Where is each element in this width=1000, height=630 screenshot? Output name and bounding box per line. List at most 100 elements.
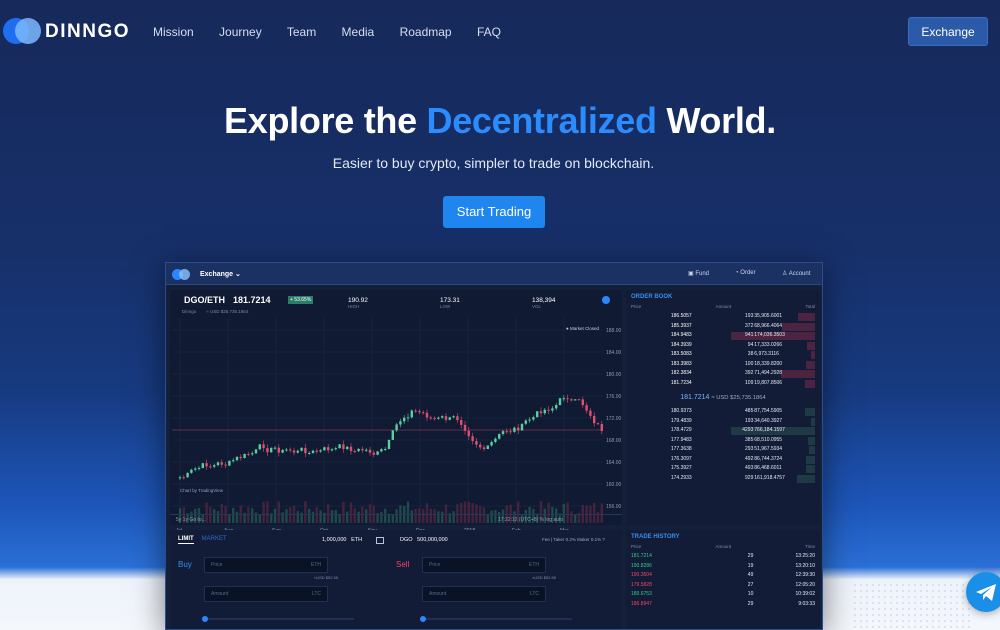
candle-body — [498, 434, 501, 439]
candle-body — [357, 448, 360, 452]
bid-row[interactable]: 174.2933 929 161,918.4757 — [626, 474, 820, 484]
start-trading-button[interactable]: Start Trading — [443, 196, 545, 228]
ask-row[interactable]: 186.5057 193 35,905.6001 — [626, 312, 820, 322]
cell: 181.7214 — [631, 553, 652, 559]
trade-row: 186.8947 29 9:03:33 — [626, 600, 820, 610]
cell: 27 — [747, 581, 754, 588]
cell: 193 — [745, 313, 754, 319]
candle-body — [551, 408, 554, 411]
cell: 177.3638 — [670, 446, 692, 452]
cell: 293 — [745, 446, 754, 452]
buy-price-input[interactable]: Price ETH — [204, 557, 328, 573]
sell-slider[interactable] — [420, 616, 572, 622]
nav-journey[interactable]: Journey — [219, 25, 262, 39]
buy-amount-input[interactable]: Amount LTC — [204, 586, 328, 602]
fund-link: ▣ Fund — [688, 271, 710, 277]
brand-name[interactable]: DINNGO — [45, 21, 130, 43]
candle-body — [437, 417, 440, 419]
hero-title-post: World. — [666, 100, 776, 141]
candle-body — [247, 454, 250, 456]
cell: 87,754.5905 — [754, 408, 783, 414]
tab-market[interactable]: MARKET — [202, 536, 227, 542]
cell: 10:39:02 — [795, 591, 815, 597]
nav-mission[interactable]: Mission — [153, 25, 194, 39]
cell: 6,973.3116 — [754, 351, 779, 357]
eth-balance: 1,000,000 ETH — [322, 537, 363, 543]
candle-body — [296, 450, 299, 453]
cell: 19,807.8506 — [754, 379, 783, 386]
candle-body — [441, 416, 444, 418]
nav-media[interactable]: Media — [342, 25, 375, 39]
exchange-button[interactable]: Exchange — [908, 17, 988, 46]
candle-body — [209, 466, 212, 468]
ask-row[interactable]: 184.3939 94 17,333.0266 — [626, 341, 820, 351]
candle-body — [555, 405, 558, 409]
y-tick-label: 172.00 — [606, 416, 622, 422]
stat-low: 173.31 LOW — [440, 297, 460, 309]
candle-body — [471, 436, 474, 442]
candlestick-chart: 188.00 184.00 180.00 176.00 172.00 168.00 164.… — [172, 318, 622, 534]
bid-row[interactable]: 176.3097 492 86,744.3724 — [626, 455, 820, 465]
ask-row[interactable]: 182.3834 392 71,494.2928 — [626, 369, 820, 379]
sell-price-input[interactable]: Price ETH — [422, 557, 546, 573]
candle-body — [213, 465, 216, 467]
range-tools[interactable]: 5y 1y Go to... — [176, 517, 206, 523]
candle-body — [368, 449, 372, 453]
trade-history-header: Price Amount Time — [631, 544, 815, 549]
cell: 184.9483 — [670, 332, 692, 338]
trade-history-list: 181.7214 29 13:25:20 190.8286 19 13:20:10 190.… — [626, 552, 820, 609]
dot-pattern — [852, 582, 972, 630]
bid-row[interactable]: 175.3927 493 86,468.6011 — [626, 464, 820, 474]
candle-body — [486, 445, 489, 450]
candle-body — [589, 410, 592, 416]
candle-body — [190, 469, 193, 473]
candle-body — [224, 464, 227, 466]
candle-body — [532, 417, 535, 420]
tab-limit[interactable]: LIMIT — [178, 536, 194, 544]
candle-body — [346, 446, 349, 450]
candle-body — [323, 447, 326, 451]
bid-row[interactable]: 177.3638 293 51,967.5934 — [626, 445, 820, 455]
bid-row[interactable]: 180.9373 485 87,754.5905 — [626, 407, 820, 417]
candle-body — [273, 447, 277, 449]
star-icon — [602, 296, 610, 304]
nav-roadmap[interactable]: Roadmap — [400, 25, 452, 39]
app-logo-icon — [172, 269, 190, 280]
candle-body — [543, 409, 546, 414]
nav-faq[interactable]: FAQ — [477, 25, 501, 39]
fee-info: Fee | Taker 0.2% Maker 0.1% ? — [542, 537, 605, 542]
candle-body — [232, 460, 235, 462]
cell: 174.2933 — [670, 474, 692, 481]
nav-team[interactable]: Team — [287, 25, 316, 39]
ask-row[interactable]: 183.3983 100 18,339.8200 — [626, 360, 820, 370]
candle-body — [418, 411, 421, 413]
market-closed-label: ● Market Closed — [566, 326, 599, 331]
candle-body — [338, 444, 341, 449]
brand-logo-icon[interactable] — [3, 17, 41, 45]
candle-body — [444, 416, 448, 420]
ask-row[interactable]: 184.9483 941 174,036.3503 — [626, 331, 820, 341]
buy-slider[interactable] — [202, 616, 354, 622]
candle-body — [463, 424, 467, 431]
sell-amount-input[interactable]: Amount LTC — [422, 586, 546, 602]
telegram-icon[interactable] — [966, 572, 1000, 612]
bid-row[interactable]: 177.9483 385 68,510.0955 — [626, 436, 820, 446]
candle-body — [513, 427, 516, 432]
ask-row[interactable]: 185.3937 372 68,966.4064 — [626, 322, 820, 332]
cell: 189.6753 — [631, 591, 652, 597]
cell: 492 — [745, 455, 754, 462]
bid-row[interactable]: 178.4729 4293 766,184.1597 — [626, 426, 820, 436]
ask-row[interactable]: 181.7234 109 19,807.8506 — [626, 379, 820, 389]
candle-body — [197, 468, 201, 470]
candle-body — [391, 430, 394, 440]
cell: 174,036.3503 — [754, 332, 785, 338]
cell: 179.5828 — [631, 581, 652, 588]
tradingview-credit: Chart by TradingView — [180, 488, 223, 493]
candle-body — [308, 452, 311, 454]
cell: 19 — [747, 562, 754, 569]
cell: 175.3927 — [670, 465, 692, 471]
ask-row[interactable]: 183.5083 38 6,973.3116 — [626, 350, 820, 360]
bid-row[interactable]: 179.4839 193 34,640.3927 — [626, 417, 820, 427]
wallet-icon — [376, 537, 384, 544]
cell: 9:03:33 — [798, 600, 815, 607]
